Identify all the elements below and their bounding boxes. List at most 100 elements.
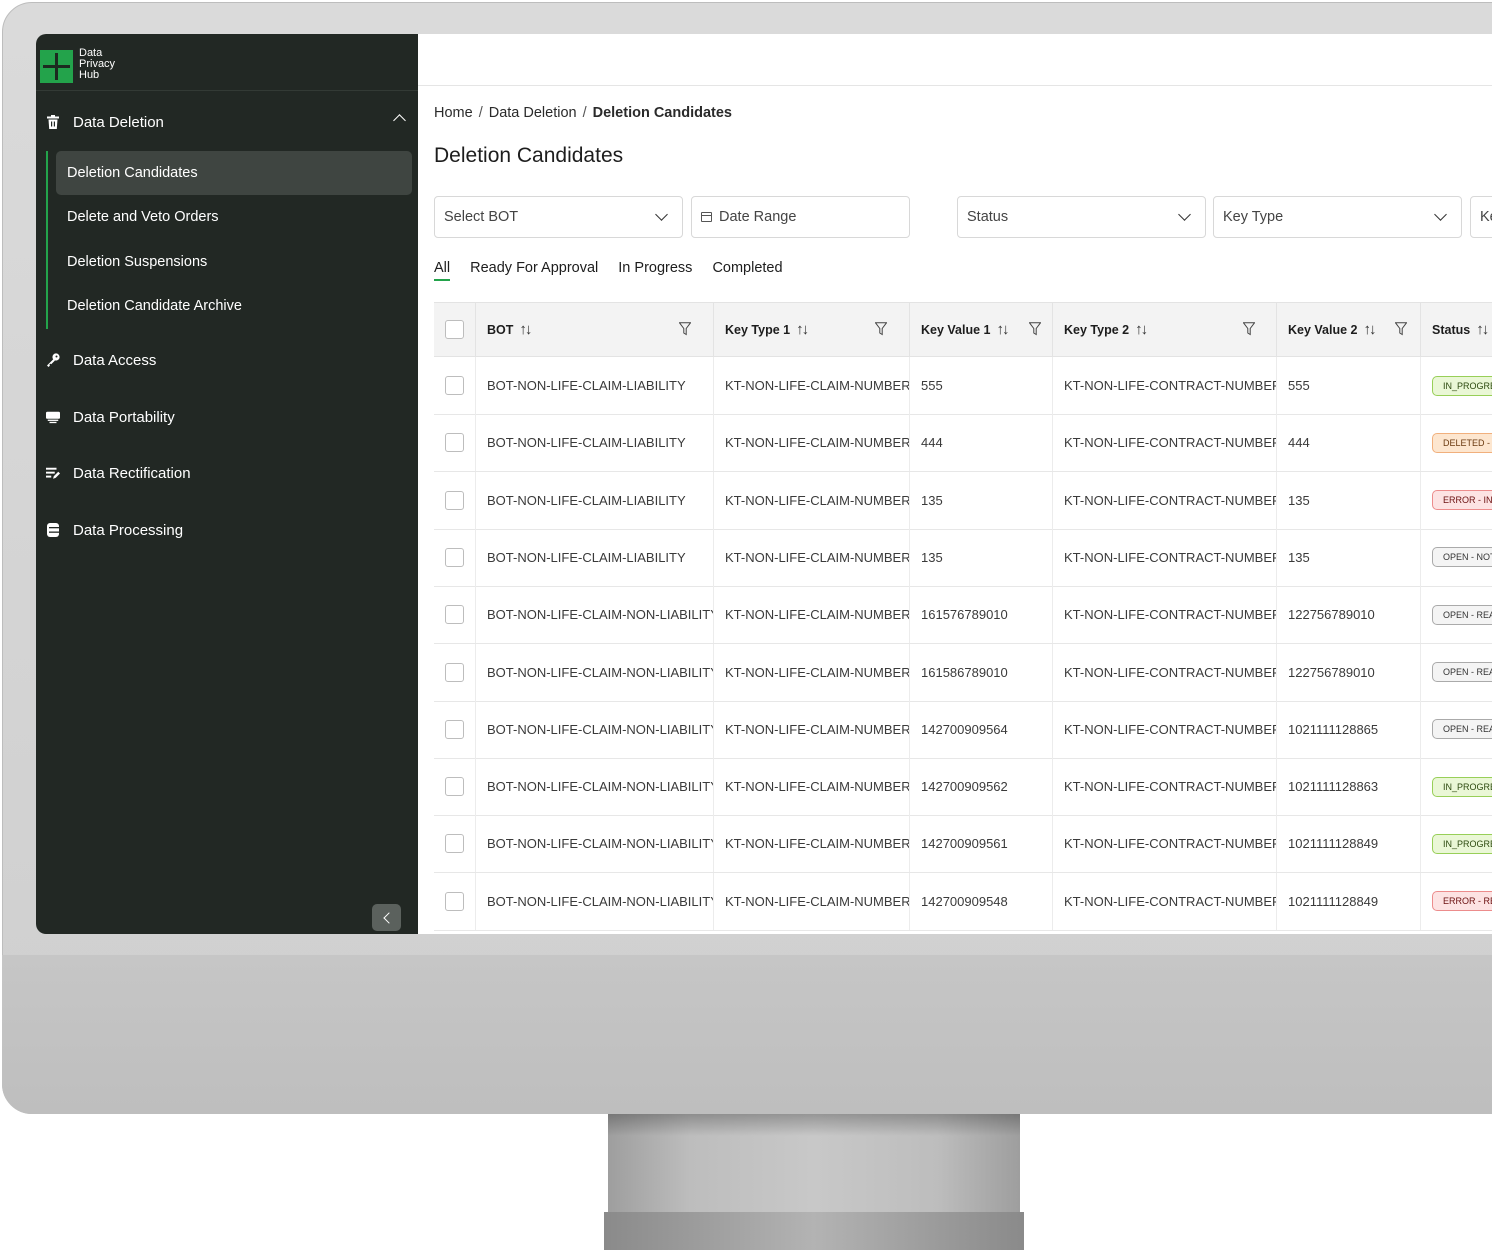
cell-status: OPEN - REA	[1421, 701, 1492, 758]
cell-key-type-2: KT-NON-LIFE-CONTRACT-NUMBER	[1053, 815, 1277, 873]
column-header-key-type-2[interactable]: Key Type 2 ↑↓	[1053, 303, 1277, 356]
table-row[interactable]: BOT-NON-LIFE-CLAIM-NON-LIABILITY KT-NON-L…	[434, 586, 1492, 645]
table-row[interactable]: BOT-NON-LIFE-CLAIM-NON-LIABILITY KT-NON-L…	[434, 815, 1492, 874]
row-checkbox[interactable]	[445, 662, 464, 682]
cell-key-value-1: 142700909548	[910, 872, 1053, 930]
sort-icon[interactable]: ↑↓	[519, 321, 532, 338]
sidebar-section-label: Data Portability	[73, 408, 175, 426]
row-checkbox[interactable]	[445, 605, 464, 625]
cell-select	[434, 872, 476, 930]
sidebar-section-data-rectification[interactable]: Data Rectification	[36, 453, 418, 493]
sidebar-section-data-portability[interactable]: Data Portability	[36, 397, 418, 437]
sort-icon[interactable]: ↑↓	[997, 321, 1010, 338]
monitor-stand-foot	[604, 1212, 1024, 1250]
column-header-bot[interactable]: BOT ↑↓	[476, 303, 714, 356]
logo-line-3: Hub	[79, 69, 100, 81]
sort-icon[interactable]: ↑↓	[1135, 321, 1148, 338]
status-badge: IN_PROGRE	[1432, 776, 1492, 797]
chevron-up-icon[interactable]	[393, 114, 406, 127]
sidebar-section-label: Data Access	[73, 351, 157, 369]
column-header-key-type-1[interactable]: Key Type 1 ↑↓	[714, 303, 910, 356]
cell-status: OPEN - NOT	[1421, 529, 1492, 586]
main-content: Home / Data Deletion / Deletion Candidates D…	[418, 34, 1492, 934]
select-all-checkbox[interactable]	[445, 320, 464, 339]
sort-icon[interactable]: ↑↓	[1364, 321, 1377, 338]
sidebar-item-deletion-candidate-archive[interactable]: Deletion Candidate Archive	[56, 284, 412, 328]
monitor-chin	[2, 955, 1492, 1114]
column-header-status[interactable]: Status ↑↓	[1421, 303, 1492, 356]
cell-key-type-2: KT-NON-LIFE-CONTRACT-NUMBER	[1053, 414, 1277, 472]
row-checkbox[interactable]	[445, 719, 464, 739]
table-row[interactable]: BOT-NON-LIFE-CLAIM-LIABILITY KT-NON-LIFE-…	[434, 528, 1492, 587]
cell-key-type-1: KT-NON-LIFE-CLAIM-NUMBER	[714, 471, 910, 529]
cell-key-value-1: 555	[910, 357, 1053, 414]
date-range-placeholder: Date Range	[719, 209, 797, 225]
cell-bot: BOT-NON-LIFE-CLAIM-LIABILITY	[476, 414, 714, 472]
submenu-rail	[46, 151, 48, 329]
sidebar-item-deletion-candidates[interactable]: Deletion Candidates	[56, 151, 412, 195]
cell-select	[434, 700, 476, 758]
table-row[interactable]: BOT-NON-LIFE-CLAIM-NON-LIABILITY KT-NON-L…	[434, 700, 1492, 759]
cell-status: ERROR - RE	[1421, 873, 1492, 930]
sidebar-section-label: Data Deletion	[73, 113, 164, 131]
filter-funnel-icon[interactable]	[875, 322, 887, 336]
row-checkbox[interactable]	[445, 433, 464, 453]
sidebar-section-data-deletion[interactable]: Data Deletion	[36, 102, 418, 142]
cell-key-type-2: KT-NON-LIFE-CONTRACT-NUMBER	[1053, 700, 1277, 758]
table-row[interactable]: BOT-NON-LIFE-CLAIM-LIABILITY KT-NON-LIFE-…	[434, 357, 1492, 415]
database-icon	[46, 523, 60, 537]
select-bot-dropdown[interactable]: Select BOT	[434, 196, 683, 238]
table-row[interactable]: BOT-NON-LIFE-CLAIM-NON-LIABILITY KT-NON-L…	[434, 643, 1492, 702]
cell-status: IN_PROGRE	[1421, 815, 1492, 872]
status-dropdown[interactable]: Status	[957, 196, 1206, 238]
row-checkbox[interactable]	[445, 490, 464, 510]
cell-select	[434, 471, 476, 529]
tab-completed[interactable]: Completed	[712, 260, 782, 281]
tab-in-progress[interactable]: In Progress	[618, 260, 692, 281]
column-header-key-value-2[interactable]: Key Value 2 ↑↓	[1277, 303, 1421, 356]
breadcrumb-data-deletion[interactable]: Data Deletion	[489, 105, 577, 121]
tab-ready-for-approval[interactable]: Ready For Approval	[470, 260, 598, 281]
cell-bot: BOT-NON-LIFE-CLAIM-LIABILITY	[476, 357, 714, 414]
header-select-cell	[434, 303, 476, 356]
tab-all[interactable]: All	[434, 260, 451, 281]
breadcrumb-home[interactable]: Home	[434, 105, 473, 121]
cell-key-value-2: 122756789010	[1277, 586, 1421, 644]
deletion-candidates-table: BOT ↑↓ Key Type 1 ↑↓ Key Value 1 ↑↓ Key …	[434, 302, 1492, 931]
row-checkbox[interactable]	[445, 376, 464, 395]
cell-key-value-2: 555	[1277, 357, 1421, 414]
key-value-input[interactable]: Ke	[1470, 196, 1492, 238]
date-range-input[interactable]: Date Range	[691, 196, 910, 238]
top-bar	[418, 34, 1492, 86]
sort-icon[interactable]: ↑↓	[1476, 321, 1489, 338]
sidebar-item-delete-and-veto-orders[interactable]: Delete and Veto Orders	[56, 195, 412, 239]
filter-funnel-icon[interactable]	[679, 322, 691, 336]
collapse-sidebar-button[interactable]	[372, 904, 401, 931]
filter-funnel-icon[interactable]	[1243, 322, 1255, 336]
cell-key-type-1: KT-NON-LIFE-CLAIM-NUMBER	[714, 414, 910, 472]
column-header-key-value-1[interactable]: Key Value 1 ↑↓	[910, 303, 1053, 356]
edit-list-icon	[46, 466, 60, 480]
row-checkbox[interactable]	[445, 891, 464, 911]
key-type-dropdown[interactable]: Key Type	[1213, 196, 1462, 238]
table-row[interactable]: BOT-NON-LIFE-CLAIM-NON-LIABILITY KT-NON-L…	[434, 872, 1492, 931]
cell-key-value-1: 135	[910, 528, 1053, 586]
row-checkbox[interactable]	[445, 777, 464, 797]
filter-funnel-icon[interactable]	[1029, 322, 1041, 336]
table-row[interactable]: BOT-NON-LIFE-CLAIM-LIABILITY KT-NON-LIFE-…	[434, 471, 1492, 530]
chevron-down-icon	[1434, 208, 1447, 221]
cell-key-value-1: 161586789010	[910, 643, 1053, 701]
sidebar-item-deletion-suspensions[interactable]: Deletion Suspensions	[56, 240, 412, 284]
row-checkbox[interactable]	[445, 547, 464, 567]
cell-bot: BOT-NON-LIFE-CLAIM-LIABILITY	[476, 471, 714, 529]
filter-funnel-icon[interactable]	[1395, 322, 1407, 336]
table-row[interactable]: BOT-NON-LIFE-CLAIM-NON-LIABILITY KT-NON-L…	[434, 758, 1492, 817]
table-row[interactable]: BOT-NON-LIFE-CLAIM-LIABILITY KT-NON-LIFE-…	[434, 414, 1492, 473]
logo-icon	[40, 50, 73, 83]
row-checkbox[interactable]	[445, 834, 464, 854]
sort-icon[interactable]: ↑↓	[796, 321, 809, 338]
table-header: BOT ↑↓ Key Type 1 ↑↓ Key Value 1 ↑↓ Key …	[434, 303, 1492, 357]
sidebar-section-data-processing[interactable]: Data Processing	[36, 510, 418, 550]
sidebar-section-data-access[interactable]: Data Access	[36, 340, 418, 380]
cell-key-type-2: KT-NON-LIFE-CONTRACT-NUMBER	[1053, 872, 1277, 930]
